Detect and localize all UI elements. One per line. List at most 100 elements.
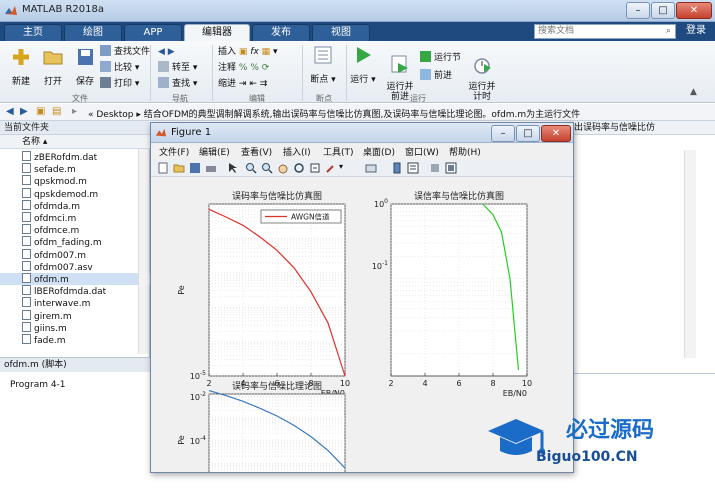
brush-dropdown-icon[interactable]: ▾	[339, 162, 343, 171]
new-button[interactable]: 新建	[6, 47, 36, 87]
tab-editor[interactable]: 编辑器	[184, 24, 250, 41]
menu-file[interactable]: 文件(F)	[159, 145, 189, 158]
compare-button[interactable]: 比较 ▾	[100, 61, 139, 75]
login-button[interactable]: 登录	[680, 23, 712, 39]
goto-button[interactable]: 转至 ▾	[158, 61, 197, 75]
file-item[interactable]: qpskmod.m	[0, 175, 150, 187]
find-button[interactable]: 查找 ▾	[158, 77, 197, 91]
run-icon	[357, 47, 371, 63]
save-button[interactable]: 保存	[70, 47, 100, 87]
close-button[interactable]: ✕	[676, 2, 712, 19]
menu-edit[interactable]: 编辑(E)	[199, 145, 230, 158]
editor-scrollbar[interactable]	[684, 150, 696, 358]
browse-folder-icon[interactable]: ▤	[52, 106, 61, 117]
forward-arrow-icon[interactable]: ▶	[20, 106, 28, 117]
file-item[interactable]: lBERofdmda.dat	[0, 285, 150, 297]
show-plot-tools-icon[interactable]	[445, 162, 457, 174]
figure-title-bar[interactable]: Figure 1 – □ ✕	[151, 123, 573, 143]
watermark-logo: 必过源码 Biguo100.CN	[488, 417, 654, 465]
file-item[interactable]: ofdmci.m	[0, 212, 150, 224]
figure-minimize-button[interactable]: –	[491, 125, 515, 142]
y-axis-label: Pe	[177, 435, 186, 445]
menu-tools[interactable]: 工具(T)	[323, 145, 354, 158]
zoom-in-icon[interactable]	[245, 162, 257, 174]
tab-publish[interactable]: 发布	[252, 24, 310, 41]
ribbon-collapse-icon[interactable]: ▲	[690, 87, 697, 97]
file-item[interactable]: ofdm_fading.m	[0, 236, 150, 248]
file-name: ofdm007.asv	[34, 262, 93, 273]
open-file-icon[interactable]	[173, 162, 185, 174]
breakpoint-button[interactable]: 断点 ▾	[308, 45, 338, 85]
maximize-button[interactable]: □	[651, 2, 675, 19]
file-icon	[22, 260, 31, 271]
rotate-icon[interactable]	[293, 162, 305, 174]
file-item[interactable]: giins.m	[0, 321, 150, 334]
breakpoint-icon	[314, 46, 332, 64]
matlab-logo-icon	[5, 6, 17, 15]
file-item[interactable]: fade.m	[0, 334, 150, 346]
file-item[interactable]: ofdmda.m	[0, 199, 150, 212]
figure-close-button[interactable]: ✕	[541, 125, 571, 142]
group-label-nav: 导航	[172, 94, 188, 103]
hide-plot-tools-icon[interactable]	[429, 162, 441, 174]
data-cursor-icon[interactable]	[309, 162, 321, 174]
up-folder-icon[interactable]: ▣	[36, 106, 45, 117]
tab-home[interactable]: 主页	[4, 24, 62, 41]
editor-tab-strip[interactable]: 输出误码率与信噪比仿	[565, 121, 715, 135]
menu-window[interactable]: 窗口(W)	[405, 145, 439, 158]
brush-icon[interactable]	[325, 162, 337, 174]
x-tick-label: 6	[456, 379, 461, 388]
figure-logo-icon	[155, 128, 167, 137]
comment-button[interactable]: 注释 % % ⟳	[218, 61, 269, 75]
insert-grid-icon: ▦	[261, 47, 271, 57]
advance-icon	[420, 69, 431, 80]
search-icon[interactable]: ⌕	[662, 25, 675, 38]
file-item[interactable]: qpskdemod.m	[0, 187, 150, 200]
file-icon	[22, 175, 31, 186]
file-item[interactable]: ofdm.m	[0, 273, 150, 285]
back-arrow-icon[interactable]: ◀	[6, 106, 14, 117]
tab-plots[interactable]: 绘图	[64, 24, 122, 41]
file-item[interactable]: ofdmce.m	[0, 224, 150, 236]
file-item[interactable]: girem.m	[0, 309, 150, 322]
menu-insert[interactable]: 插入(I)	[283, 145, 311, 158]
print-figure-icon[interactable]	[205, 162, 217, 174]
file-item[interactable]: ofdm007.m	[0, 248, 150, 261]
minimize-button[interactable]: –	[626, 2, 650, 19]
find-files-button[interactable]: 查找文件	[100, 45, 150, 59]
insert-button[interactable]: 插入 ▣ fx ▦ ▾	[218, 45, 278, 59]
file-list-scrollbar[interactable]	[138, 149, 149, 354]
current-path[interactable]: « Desktop ▸ 结合OFDM的典型调制解调系统,输出误码率与信噪比仿真图…	[88, 107, 580, 120]
menu-help[interactable]: 帮助(H)	[449, 145, 481, 158]
advance-button[interactable]: 前进	[420, 69, 452, 83]
run-section-button[interactable]: 运行节	[420, 51, 461, 65]
run-and-time-button[interactable]: 运行并 计时	[466, 45, 498, 102]
save-figure-icon[interactable]	[189, 162, 201, 174]
file-item[interactable]: zBERofdm.dat	[0, 151, 150, 163]
figure-maximize-button[interactable]: □	[516, 125, 540, 142]
tab-view[interactable]: 视图	[312, 24, 370, 41]
link-plot-icon[interactable]	[365, 162, 377, 174]
search-input[interactable]: 搜索文档	[534, 24, 676, 39]
new-figure-icon[interactable]	[157, 162, 169, 174]
ribbon-separator	[302, 45, 303, 101]
menu-view[interactable]: 查看(V)	[241, 145, 272, 158]
file-item[interactable]: ofdm007.asv	[0, 260, 150, 273]
print-button[interactable]: 打印 ▾	[100, 77, 139, 91]
indent-button[interactable]: 缩进 ⇥ ⇤ ⇉	[218, 77, 267, 91]
tab-apps[interactable]: APP	[124, 24, 182, 41]
pointer-icon[interactable]	[227, 162, 239, 174]
zoom-out-icon[interactable]	[261, 162, 273, 174]
run-button[interactable]: 运行 ▾	[350, 45, 376, 85]
colorbar-icon[interactable]	[391, 162, 403, 174]
file-item[interactable]: interwave.m	[0, 297, 150, 309]
menu-desktop[interactable]: 桌面(D)	[363, 145, 395, 158]
open-button[interactable]: 打开	[38, 47, 68, 87]
x-tick-label: 2	[388, 379, 393, 388]
pan-hand-icon[interactable]	[277, 162, 289, 174]
arrow-back-icon: ◀	[158, 47, 165, 57]
back-forward-button[interactable]: ◀ ▶	[158, 45, 175, 59]
name-column-header[interactable]: 名称 ▴	[0, 135, 150, 149]
legend-icon[interactable]	[407, 162, 419, 174]
file-item[interactable]: sefade.m	[0, 163, 150, 175]
